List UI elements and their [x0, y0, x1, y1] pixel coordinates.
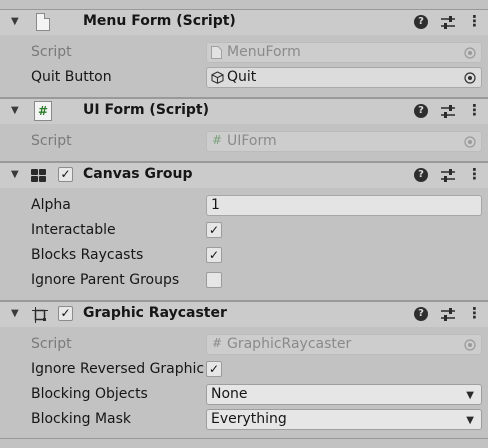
dropdown-arrow-icon: ▼ [466, 390, 474, 401]
ignore-reversed-graphics-checkbox[interactable]: ✓ [206, 361, 222, 377]
foldout-arrow-icon[interactable]: ▼ [11, 16, 19, 27]
script-label: Script [31, 336, 72, 352]
ui-form-script-field: # UIForm [206, 131, 482, 152]
presets-icon[interactable] [440, 105, 456, 119]
quit-button-label: Quit Button [31, 69, 112, 85]
gameobject-cube-icon [211, 71, 224, 84]
context-menu-icon[interactable]: ⋮ [467, 165, 482, 183]
script-value: UIForm [227, 133, 277, 149]
context-menu-icon[interactable]: ⋮ [467, 304, 482, 322]
dropdown-arrow-icon: ▼ [466, 415, 474, 426]
graphic-raycaster-script-field: # GraphicRaycaster [206, 334, 482, 355]
script-file-icon [211, 46, 222, 59]
ignore-parent-groups-checkbox[interactable] [206, 272, 222, 288]
blocks-raycasts-label: Blocks Raycasts [31, 247, 144, 263]
script-value: GraphicRaycaster [227, 336, 352, 352]
foldout-arrow-icon[interactable]: ▼ [11, 105, 19, 116]
context-menu-icon[interactable]: ⋮ [467, 12, 482, 30]
canvas-group-header[interactable]: ▼ ✓ Canvas Group ? ⋮ [0, 162, 488, 188]
script-label: Script [31, 44, 72, 60]
quit-button-field[interactable]: Quit [206, 67, 482, 88]
context-menu-icon[interactable]: ⋮ [467, 101, 482, 119]
component-enabled-checkbox[interactable]: ✓ [58, 167, 73, 182]
help-icon[interactable]: ? [414, 168, 428, 182]
presets-icon[interactable] [440, 169, 456, 183]
menu-form-header[interactable]: ▼ Menu Form (Script) ? ⋮ [0, 9, 488, 35]
help-icon[interactable]: ? [414, 104, 428, 118]
canvas-group-icon [31, 169, 47, 183]
alpha-label: Alpha [31, 197, 71, 213]
blocking-objects-dropdown[interactable]: None ▼ [206, 384, 482, 405]
alpha-input[interactable]: 1 [206, 195, 482, 216]
foldout-arrow-icon[interactable]: ▼ [11, 308, 19, 319]
presets-icon[interactable] [440, 16, 456, 30]
script-label: Script [31, 133, 72, 149]
blocking-mask-dropdown[interactable]: Everything ▼ [206, 409, 482, 430]
menu-form-script-field: MenuForm [206, 42, 482, 63]
object-picker-icon[interactable] [464, 72, 476, 84]
component-divider [0, 438, 488, 439]
graphic-raycaster-icon [32, 307, 48, 323]
script-value: MenuForm [227, 44, 301, 60]
foldout-arrow-icon[interactable]: ▼ [11, 169, 19, 180]
component-title: UI Form (Script) [83, 102, 210, 118]
component-title: Canvas Group [83, 166, 193, 182]
ui-form-header[interactable]: ▼ # UI Form (Script) ? ⋮ [0, 98, 488, 124]
object-picker-icon [464, 47, 476, 59]
interactable-label: Interactable [31, 222, 116, 238]
script-file-icon [36, 13, 50, 31]
presets-icon[interactable] [440, 308, 456, 322]
blocks-raycasts-checkbox[interactable]: ✓ [206, 247, 222, 263]
blocking-mask-label: Blocking Mask [31, 411, 132, 427]
object-picker-icon [464, 136, 476, 148]
ignore-reversed-graphics-label: Ignore Reversed Graphic [31, 361, 205, 377]
graphic-raycaster-header[interactable]: ▼ ✓ Graphic Raycaster ? ⋮ [0, 301, 488, 327]
component-enabled-checkbox[interactable]: ✓ [58, 306, 73, 321]
ignore-parent-groups-label: Ignore Parent Groups [31, 272, 180, 288]
help-icon[interactable]: ? [414, 15, 428, 29]
ignore-reversed-label-clip: Ignore Reversed Graphic [31, 361, 205, 381]
object-picker-icon [464, 339, 476, 351]
blocking-objects-value: None [211, 386, 248, 402]
interactable-checkbox[interactable]: ✓ [206, 222, 222, 238]
csharp-script-icon: # [212, 133, 223, 147]
help-icon[interactable]: ? [414, 307, 428, 321]
quit-button-value: Quit [227, 69, 257, 85]
csharp-script-icon: # [34, 101, 52, 121]
component-title: Graphic Raycaster [83, 305, 227, 321]
blocking-mask-value: Everything [211, 411, 287, 427]
csharp-script-icon: # [212, 336, 223, 350]
component-title: Menu Form (Script) [83, 13, 236, 29]
blocking-objects-label: Blocking Objects [31, 386, 148, 402]
